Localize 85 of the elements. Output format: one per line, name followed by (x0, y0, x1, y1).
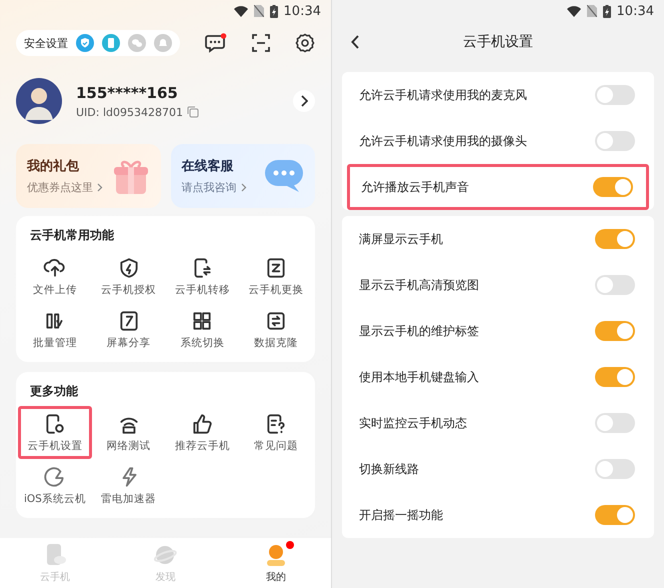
battery-icon (602, 4, 611, 18)
feature-item[interactable]: 文件上传 (18, 250, 92, 303)
feature-label: 推荐云手机 (174, 439, 230, 453)
feature-label: 常见问题 (254, 439, 298, 453)
setting-label: 满屏显示云手机 (359, 230, 443, 248)
toggle-switch[interactable] (595, 367, 635, 387)
status-time: 10:34 (284, 4, 321, 18)
feature-label: 文件上传 (32, 283, 77, 297)
feature-item[interactable]: 批量管理 (18, 303, 92, 356)
wifi-icon (566, 6, 581, 16)
promo-title: 我的礼包 (27, 158, 80, 175)
feature-item[interactable]: 云手机授权 (92, 250, 166, 303)
setting-label: 允许云手机请求使用我的摄像头 (359, 132, 527, 150)
feature-label: 雷电加速器 (101, 492, 156, 506)
setting-label: 切换新线路 (359, 460, 419, 478)
promo-card[interactable]: 在线客服 请点我咨询 (170, 144, 315, 208)
section-title: 更多功能 (29, 383, 79, 400)
toggle-switch[interactable] (595, 321, 635, 341)
promo-subtitle: 优惠券点这里 (27, 180, 93, 195)
chevron-icon (300, 95, 308, 107)
feature-item[interactable]: 云手机设置 (18, 406, 92, 459)
no-sim-icon (254, 5, 264, 17)
feature-item[interactable]: 网络测试 (92, 406, 166, 459)
toggle-switch[interactable] (595, 505, 635, 525)
feature-item[interactable]: 雷电加速器 (92, 459, 166, 512)
feature-item[interactable]: 屏幕分享 (92, 303, 166, 356)
toggle-switch[interactable] (595, 85, 635, 105)
setting-label: 显示云手机的维护标签 (359, 322, 479, 340)
feature-label: 云手机授权 (101, 283, 156, 297)
status-time: 10:34 (616, 4, 654, 18)
promo-subtitle: 请点我咨询 (182, 180, 236, 195)
feature-item[interactable]: iOS系统云机 (18, 459, 92, 512)
feature-label: 数据克隆 (254, 336, 298, 350)
battery-icon (270, 4, 278, 18)
tab[interactable]: 我的 (220, 538, 331, 588)
phone-number: 155*****165 (76, 84, 179, 102)
shield-check-icon (76, 34, 94, 52)
phone-badge-icon (102, 34, 120, 52)
promo-title: 在线客服 (182, 158, 234, 175)
setting-label: 显示云手机高清预览图 (359, 276, 479, 294)
toggle-switch[interactable] (595, 413, 635, 433)
feature-item[interactable]: 常见问题 (239, 406, 313, 459)
toggle-switch[interactable] (595, 229, 635, 249)
settings-icon[interactable] (295, 33, 315, 53)
feature-label: 云手机更换 (248, 283, 304, 297)
user-id: UID: ld0953428701 (76, 106, 183, 118)
feature-label: 系统切换 (180, 336, 224, 350)
security-label: 安全设置 (24, 36, 68, 50)
feature-label: 云手机设置 (27, 439, 82, 453)
feature-item[interactable]: 推荐云手机 (166, 406, 240, 459)
feature-item[interactable]: 数据克隆 (239, 303, 313, 356)
section-title: 云手机常用功能 (29, 227, 115, 244)
feature-label: 批量管理 (32, 336, 77, 350)
toggle-switch[interactable] (595, 275, 635, 295)
profile-chevron-button[interactable] (293, 90, 315, 112)
security-settings-pill[interactable]: 安全设置 (16, 30, 180, 56)
setting-label: 开启摇一摇功能 (359, 506, 443, 524)
promo-card[interactable]: 我的礼包 优惠券点这里 (16, 144, 160, 208)
copy-icon[interactable] (187, 106, 199, 118)
feature-label: 网络测试 (106, 439, 151, 453)
wifi-icon (234, 6, 248, 16)
toggle-switch[interactable] (595, 131, 635, 151)
feature-item[interactable]: 云手机转移 (166, 250, 240, 303)
feature-label: 屏幕分享 (106, 336, 151, 350)
message-icon[interactable] (205, 33, 227, 53)
chevron-icon (97, 183, 103, 192)
avatar[interactable] (16, 78, 62, 124)
feature-label: iOS系统云机 (24, 492, 86, 506)
chat-bubble-icon (263, 158, 305, 194)
setting-label: 允许播放云手机声音 (361, 178, 469, 196)
scan-icon[interactable] (251, 33, 271, 53)
no-sim-icon (586, 5, 597, 17)
chat-badge-icon (128, 34, 146, 52)
feature-item[interactable]: 云手机更换 (239, 250, 313, 303)
feature-label: 云手机转移 (174, 283, 230, 297)
page-title: 云手机设置 (463, 33, 533, 51)
setting-label: 使用本地手机键盘输入 (359, 368, 479, 386)
toggle-switch[interactable] (595, 459, 635, 479)
back-icon[interactable] (351, 35, 360, 49)
setting-label: 实时监控云手机动态 (359, 414, 467, 432)
toggle-switch[interactable] (593, 177, 633, 197)
chevron-icon (240, 183, 246, 192)
setting-label: 允许云手机请求使用我的麦克风 (359, 86, 527, 104)
feature-item[interactable]: 系统切换 (166, 303, 240, 356)
bell-badge-icon (154, 34, 172, 52)
